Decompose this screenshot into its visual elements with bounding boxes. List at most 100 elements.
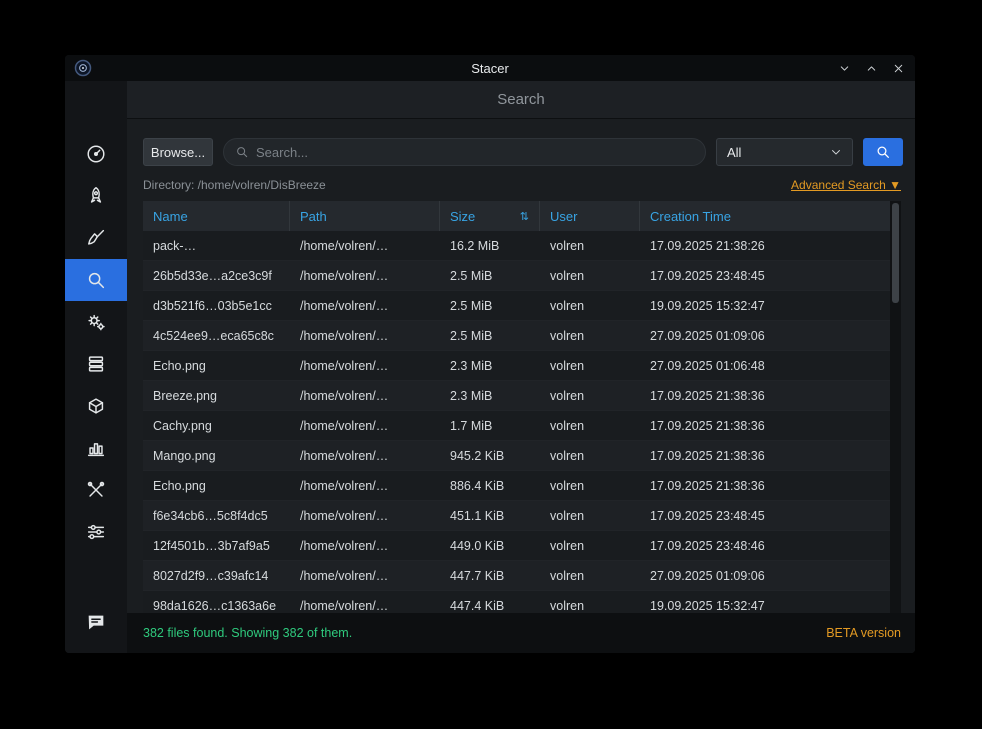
sidebar-item-uninstaller[interactable]: [65, 385, 127, 427]
sidebar-item-system-cleaner[interactable]: [65, 217, 127, 259]
sidebar-item-search[interactable]: [65, 259, 127, 301]
table-row[interactable]: d3b521f6…03b5e1cc/home/volren/…2.5 MiBvo…: [143, 291, 890, 321]
cell-path: /home/volren/…: [290, 381, 440, 410]
bar-chart-icon: [85, 437, 107, 459]
stacer-logo-icon: [74, 59, 92, 77]
page-title: Search: [127, 81, 915, 119]
cell-user: volren: [540, 561, 640, 590]
stacer-window: Stacer: [65, 55, 915, 653]
cell-path: /home/volren/…: [290, 501, 440, 530]
column-header-size-label: Size: [450, 209, 475, 224]
table-row[interactable]: Mango.png/home/volren/…945.2 KiBvolren17…: [143, 441, 890, 471]
cell-user: volren: [540, 351, 640, 380]
gauge-icon: [85, 143, 107, 165]
browse-button[interactable]: Browse...: [143, 138, 213, 166]
column-header-size[interactable]: Size ⇅: [440, 201, 540, 231]
cell-path: /home/volren/…: [290, 411, 440, 440]
cell-path: /home/volren/…: [290, 351, 440, 380]
column-header-user[interactable]: User: [540, 201, 640, 231]
cell-path: /home/volren/…: [290, 321, 440, 350]
cell-name: d3b521f6…03b5e1cc: [143, 291, 290, 320]
column-header-name[interactable]: Name: [143, 201, 290, 231]
cell-size: 2.5 MiB: [440, 261, 540, 290]
cell-name: Mango.png: [143, 441, 290, 470]
chevron-down-icon[interactable]: [835, 59, 853, 77]
chevron-up-icon[interactable]: [862, 59, 880, 77]
cell-creation-time: 17.09.2025 23:48:45: [640, 501, 890, 530]
directory-label: Directory: /home/volren/DisBreeze: [143, 178, 326, 192]
advanced-search-link[interactable]: Advanced Search ▼: [791, 178, 901, 192]
table-row[interactable]: 4c524ee9…eca65c8c/home/volren/…2.5 MiBvo…: [143, 321, 890, 351]
cell-user: volren: [540, 441, 640, 470]
cell-path: /home/volren/…: [290, 531, 440, 560]
cell-size: 945.2 KiB: [440, 441, 540, 470]
tools-icon: [85, 479, 107, 501]
cell-name: 12f4501b…3b7af9a5: [143, 531, 290, 560]
sidebar-item-services[interactable]: [65, 301, 127, 343]
sidebar-item-startup-apps[interactable]: [65, 175, 127, 217]
table-row[interactable]: Cachy.png/home/volren/…1.7 MiBvolren17.0…: [143, 411, 890, 441]
cell-user: volren: [540, 291, 640, 320]
chevron-down-icon: [830, 146, 842, 158]
sidebar-item-dashboard[interactable]: [65, 133, 127, 175]
table-row[interactable]: 98da1626…c1363a6e/home/volren/…447.4 KiB…: [143, 591, 890, 613]
window-title: Stacer: [471, 61, 509, 76]
cell-name: 98da1626…c1363a6e: [143, 591, 290, 613]
cell-user: volren: [540, 261, 640, 290]
cell-user: volren: [540, 381, 640, 410]
search-icon: [875, 144, 891, 160]
search-button[interactable]: [863, 138, 903, 166]
cell-path: /home/volren/…: [290, 471, 440, 500]
table-header: Name Path Size ⇅ User Creation Time: [143, 201, 890, 231]
cell-size: 2.5 MiB: [440, 321, 540, 350]
rocket-icon: [85, 185, 107, 207]
table-row[interactable]: Echo.png/home/volren/…2.3 MiBvolren27.09…: [143, 351, 890, 381]
cell-size: 2.3 MiB: [440, 381, 540, 410]
cell-path: /home/volren/…: [290, 591, 440, 613]
cell-name: f6e34cb6…5c8f4dc5: [143, 501, 290, 530]
cell-creation-time: 17.09.2025 21:38:26: [640, 231, 890, 260]
cell-creation-time: 27.09.2025 01:09:06: [640, 321, 890, 350]
sidebar-item-helpers[interactable]: [65, 469, 127, 511]
table-row[interactable]: pack-…/home/volren/…16.2 MiBvolren17.09.…: [143, 231, 890, 261]
search-input[interactable]: [256, 145, 694, 160]
cell-size: 447.7 KiB: [440, 561, 540, 590]
table-row[interactable]: Breeze.png/home/volren/…2.3 MiBvolren17.…: [143, 381, 890, 411]
filter-select[interactable]: All: [716, 138, 853, 166]
cell-user: volren: [540, 501, 640, 530]
cell-creation-time: 27.09.2025 01:09:06: [640, 561, 890, 590]
scrollbar-thumb[interactable]: [892, 203, 899, 303]
table-body: pack-…/home/volren/…16.2 MiBvolren17.09.…: [143, 231, 890, 613]
cell-creation-time: 19.09.2025 15:32:47: [640, 591, 890, 613]
table-row[interactable]: 26b5d33e…a2ce3c9f/home/volren/…2.5 MiBvo…: [143, 261, 890, 291]
results-table: Name Path Size ⇅ User Creation Time pack…: [143, 201, 901, 613]
status-bar: 382 files found. Showing 382 of them. BE…: [127, 613, 915, 653]
sidebar-item-feedback[interactable]: [65, 601, 127, 643]
search-box: [223, 138, 706, 166]
cell-creation-time: 17.09.2025 21:38:36: [640, 411, 890, 440]
cell-size: 451.1 KiB: [440, 501, 540, 530]
table-row[interactable]: 12f4501b…3b7af9a5/home/volren/…449.0 KiB…: [143, 531, 890, 561]
cell-user: volren: [540, 411, 640, 440]
cell-name: Echo.png: [143, 351, 290, 380]
cell-path: /home/volren/…: [290, 231, 440, 260]
table-row[interactable]: 8027d2f9…c39afc14/home/volren/…447.7 KiB…: [143, 561, 890, 591]
sidebar-item-settings[interactable]: [65, 511, 127, 553]
cell-name: 8027d2f9…c39afc14: [143, 561, 290, 590]
sidebar-item-resources[interactable]: [65, 427, 127, 469]
table-row[interactable]: Echo.png/home/volren/…886.4 KiBvolren17.…: [143, 471, 890, 501]
close-icon[interactable]: [889, 59, 907, 77]
cell-creation-time: 17.09.2025 23:48:45: [640, 261, 890, 290]
column-header-path[interactable]: Path: [290, 201, 440, 231]
cell-size: 886.4 KiB: [440, 471, 540, 500]
table-scrollbar[interactable]: [890, 201, 901, 613]
sidebar-item-processes[interactable]: [65, 343, 127, 385]
filter-select-value: All: [727, 145, 741, 160]
table-row[interactable]: f6e34cb6…5c8f4dc5/home/volren/…451.1 KiB…: [143, 501, 890, 531]
search-icon: [235, 145, 249, 159]
column-header-creation-time[interactable]: Creation Time: [640, 201, 890, 231]
content-area: Search Browse... All: [127, 81, 915, 653]
cell-creation-time: 17.09.2025 21:38:36: [640, 381, 890, 410]
package-icon: [85, 395, 107, 417]
cell-user: volren: [540, 531, 640, 560]
